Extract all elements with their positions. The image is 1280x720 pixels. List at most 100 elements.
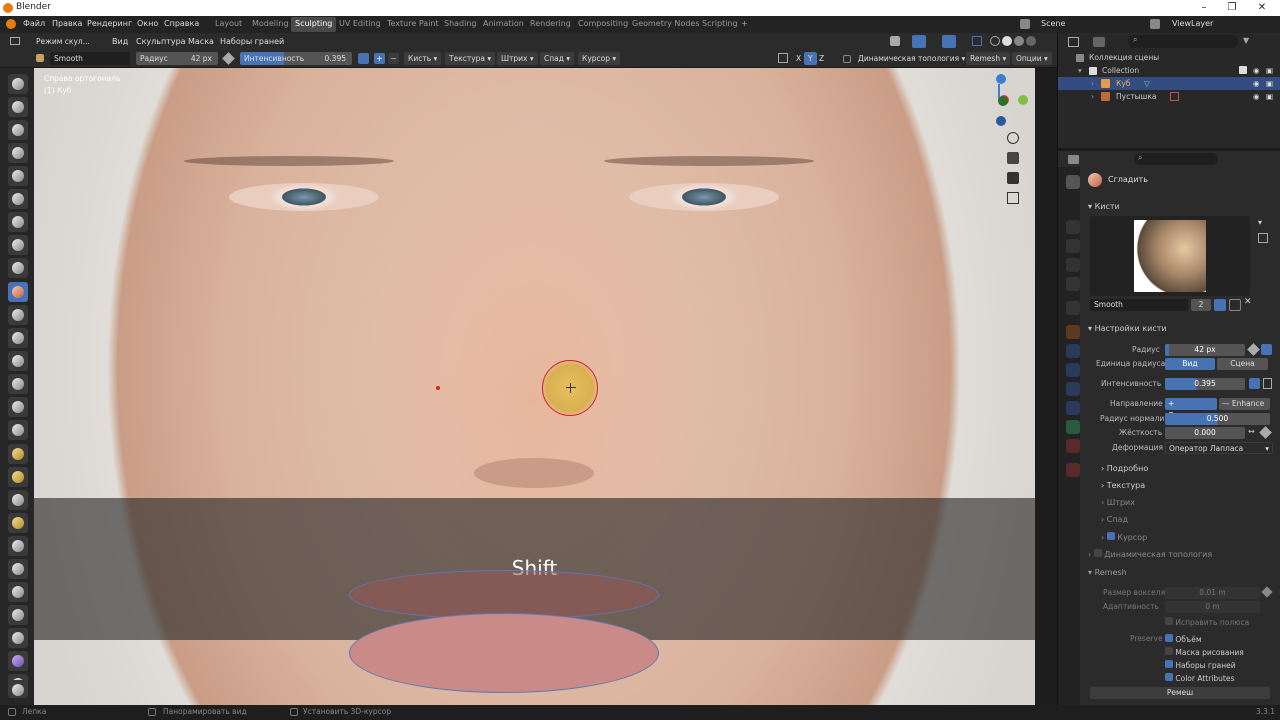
tool-annotate[interactable]: [8, 680, 28, 698]
outliner-row-scene-collection[interactable]: Коллекция сцены: [1058, 51, 1280, 64]
tab-collection-icon[interactable]: [1066, 301, 1080, 315]
tab-texture-paint[interactable]: Texture Paint: [387, 19, 439, 28]
tab-shading[interactable]: Shading: [444, 19, 477, 28]
tab-data-icon[interactable]: [1066, 420, 1080, 434]
tool-blob[interactable]: [8, 235, 28, 255]
preserve-color-option[interactable]: Color Attributes: [1165, 673, 1234, 683]
brush-selector[interactable]: Smooth: [50, 52, 130, 65]
fake-user-shield-icon[interactable]: [1214, 299, 1226, 311]
shading-wireframe-icon[interactable]: [990, 36, 1000, 46]
tab-layout[interactable]: Layout: [215, 19, 242, 28]
tab-scene-icon[interactable]: [1066, 277, 1080, 291]
tab-sculpting[interactable]: Sculpting: [291, 17, 337, 32]
tab-tool-icon[interactable]: [1066, 175, 1080, 189]
camera-icon[interactable]: ▣: [1266, 64, 1273, 77]
subpanel-advanced[interactable]: › Подробно: [1101, 464, 1148, 473]
xray-icon[interactable]: [972, 36, 982, 46]
tool-nudge[interactable]: [8, 536, 28, 556]
subpanel-stroke[interactable]: › Штрих: [1101, 498, 1135, 507]
voxel-eyedropper-icon[interactable]: [1261, 586, 1273, 598]
section-remesh[interactable]: ▾ Remesh: [1088, 568, 1127, 577]
tab-uv-editing[interactable]: UV Editing: [339, 19, 381, 28]
overlay-toggle-icon[interactable]: [942, 35, 956, 48]
eye-icon[interactable]: ◉: [1253, 64, 1260, 77]
unlink-brush-icon[interactable]: ✕: [1244, 297, 1252, 307]
strength-pen-icon[interactable]: [1263, 378, 1272, 389]
gizmo-neg-y[interactable]: [998, 96, 1008, 106]
subpanel-texture[interactable]: › Текстура: [1101, 481, 1145, 490]
maximize-icon[interactable]: ❐: [1218, 0, 1246, 16]
radius-unit-view[interactable]: Вид: [1165, 358, 1215, 370]
tool-draw-sharp[interactable]: [8, 97, 28, 117]
menu-help[interactable]: Справка: [164, 19, 199, 28]
tool-inflate[interactable]: [8, 212, 28, 232]
tab-modifiers-icon[interactable]: [1066, 344, 1080, 358]
preserve-volume-option[interactable]: Объём: [1165, 634, 1202, 644]
tab-texture-icon[interactable]: [1066, 463, 1080, 477]
gizmo-neg-z[interactable]: [996, 116, 1006, 126]
tool-boundary[interactable]: [8, 605, 28, 625]
hardness-field[interactable]: 0.000: [1165, 427, 1245, 439]
expand-icon[interactable]: ›: [1091, 90, 1094, 103]
tool-crease[interactable]: [8, 258, 28, 278]
dyntopo-checkbox[interactable]: [843, 55, 851, 63]
strength-pressure-icon[interactable]: [1249, 378, 1260, 389]
menu-falloff[interactable]: Спад ▾: [540, 52, 575, 65]
brush-thumbnail[interactable]: [1134, 220, 1206, 292]
add-workspace-icon[interactable]: +: [741, 19, 748, 28]
outliner-row-cube[interactable]: › Куб ▽ ◉ ▣: [1058, 77, 1280, 90]
camera-icon[interactable]: ▣: [1266, 90, 1273, 103]
collection-checkbox[interactable]: [1239, 66, 1247, 74]
tool-fill[interactable]: [8, 328, 28, 348]
cursor-checkbox[interactable]: [1106, 532, 1115, 540]
tool-flatten[interactable]: [8, 305, 28, 325]
gizmo-z-axis[interactable]: [996, 74, 1006, 84]
outliner-row-empty[interactable]: › Пустышка ◉ ▣: [1058, 90, 1280, 103]
ortho-grid-icon[interactable]: [1007, 192, 1019, 204]
strength-field[interactable]: 0.395: [1165, 378, 1245, 390]
dyntopo-checkbox[interactable]: [1093, 549, 1102, 557]
tool-thumb[interactable]: [8, 490, 28, 510]
section-dyntopo[interactable]: › Динамическая топология: [1088, 549, 1212, 559]
fix-poles-option[interactable]: Исправить полюса: [1165, 617, 1249, 627]
tab-constraints-icon[interactable]: [1066, 401, 1080, 415]
direction-enhance-button[interactable]: — Enhance ...: [1219, 398, 1270, 420]
menu-render[interactable]: Рендеринг: [87, 19, 132, 28]
menu-brush[interactable]: Кисть ▾: [404, 52, 442, 65]
normal-radius-field[interactable]: 0.500: [1165, 413, 1270, 425]
tab-geometry-nodes[interactable]: Geometry Nodes: [632, 19, 699, 28]
menu-mask[interactable]: Маска: [188, 37, 214, 46]
menu-edit[interactable]: Правка: [52, 19, 82, 28]
view-visibility-icon[interactable]: [890, 36, 900, 46]
menu-cursor[interactable]: Курсор ▾: [578, 52, 621, 65]
minimize-icon[interactable]: –: [1190, 0, 1218, 16]
mode-selector[interactable]: Режим скул...: [32, 35, 94, 48]
display-mode-icon[interactable]: [1093, 37, 1105, 47]
direction-subtract-icon[interactable]: −: [388, 53, 399, 64]
viewlayer-name[interactable]: ViewLayer: [1172, 19, 1213, 28]
tool-slide-relax[interactable]: [8, 582, 28, 602]
tool-pose[interactable]: [8, 513, 28, 533]
remesh-button[interactable]: Ремеш: [1090, 687, 1270, 699]
menu-file[interactable]: Файл: [23, 19, 45, 28]
tool-multiplane-scrape[interactable]: [8, 374, 28, 394]
outliner-search-input[interactable]: ⌕: [1128, 35, 1238, 48]
camera-icon[interactable]: ▣: [1266, 77, 1273, 90]
preserve-paint-mask-option[interactable]: Маска рисования: [1165, 647, 1244, 657]
tab-scripting[interactable]: Scripting: [702, 19, 738, 28]
tab-output-icon[interactable]: [1066, 239, 1080, 253]
scene-icon[interactable]: [1020, 19, 1030, 29]
hardness-invert-icon[interactable]: ↔: [1248, 427, 1255, 436]
tool-draw[interactable]: [8, 74, 28, 94]
tab-render-icon[interactable]: [1066, 220, 1080, 234]
radius-pen-icon[interactable]: [1261, 344, 1272, 355]
zoom-icon[interactable]: [1007, 132, 1019, 144]
tab-view-layer-icon[interactable]: [1066, 258, 1080, 272]
radius-pressure-icon[interactable]: [1247, 343, 1260, 356]
tool-clay-thumb[interactable]: [8, 166, 28, 186]
menu-face-sets[interactable]: Наборы граней: [220, 37, 284, 46]
voxel-size-field[interactable]: 0.01 m: [1165, 587, 1260, 599]
close-icon[interactable]: ✕: [1248, 0, 1276, 16]
outliner-editor-icon[interactable]: [1068, 37, 1079, 47]
tool-cloth[interactable]: [8, 628, 28, 648]
